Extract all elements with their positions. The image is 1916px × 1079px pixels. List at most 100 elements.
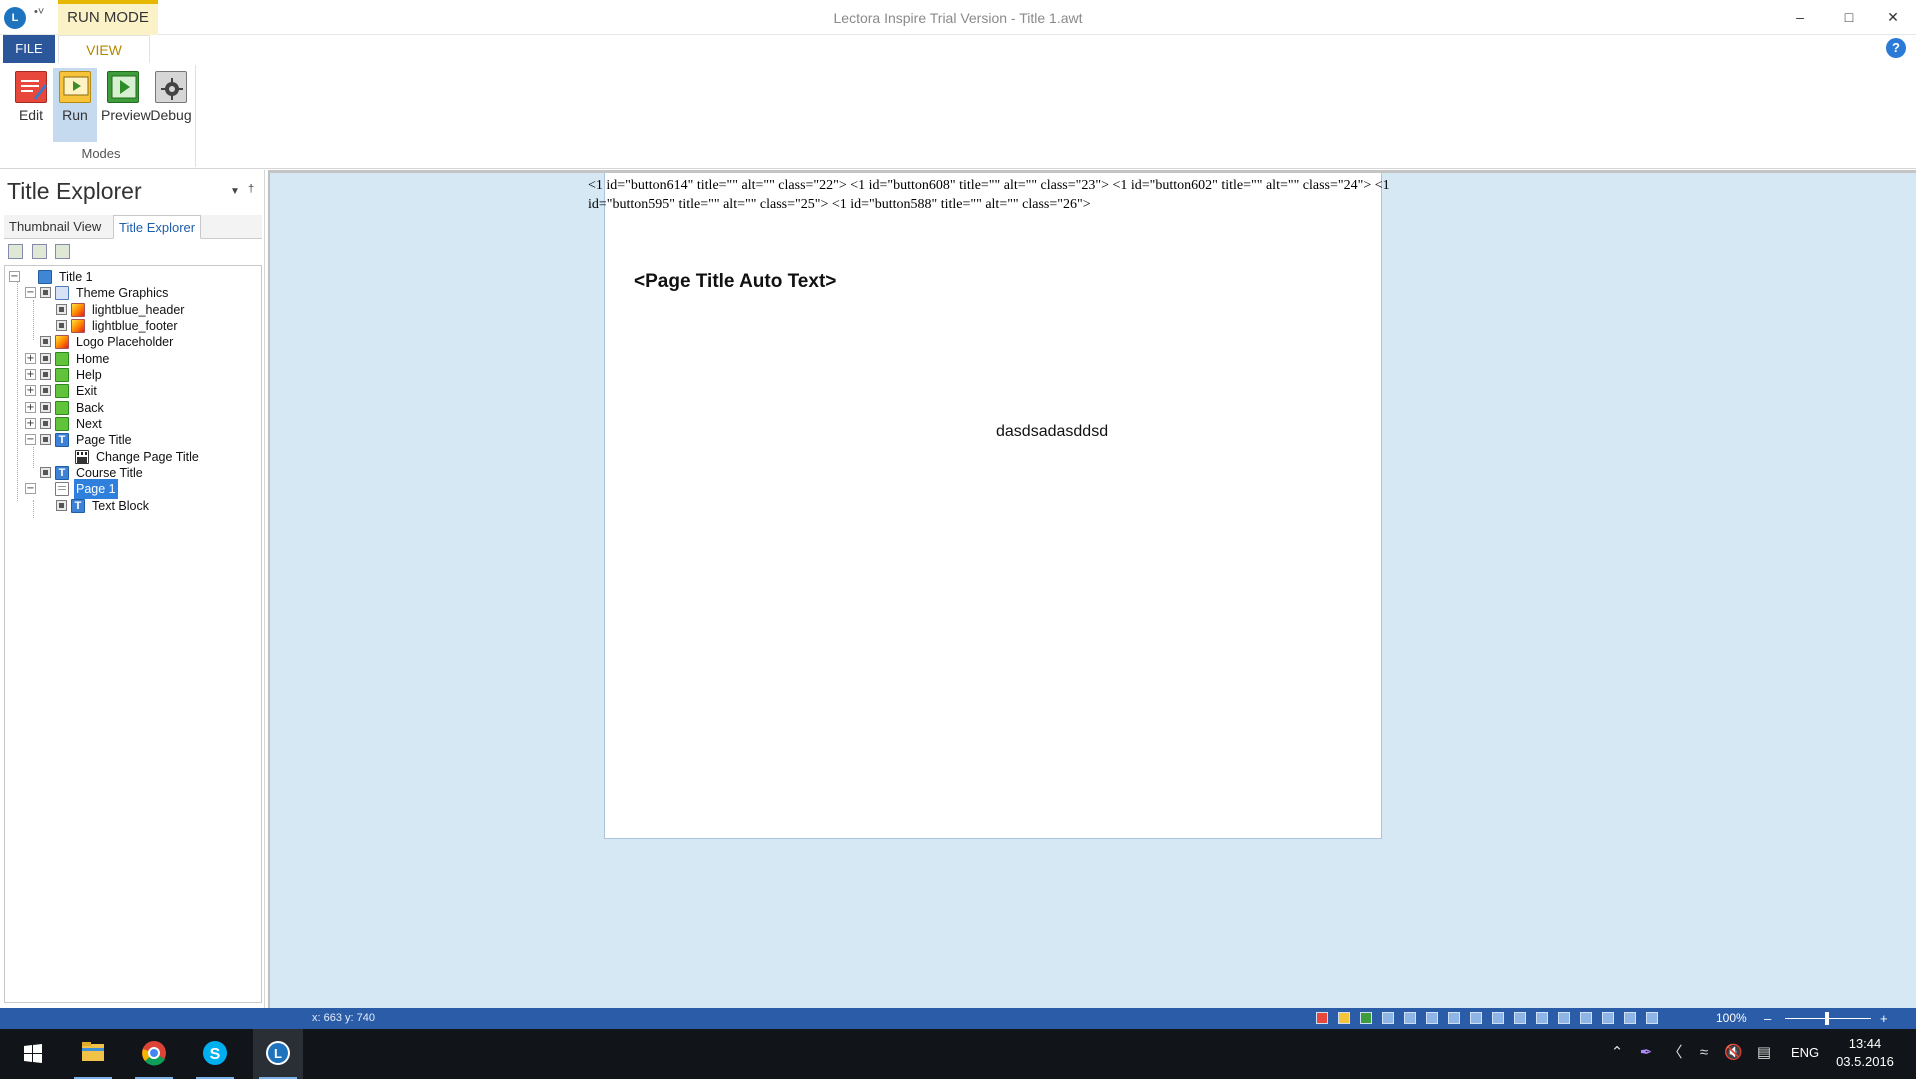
visibility-checkbox[interactable] — [40, 336, 51, 348]
expand-toggle-icon[interactable]: + — [25, 418, 36, 430]
collapse-toggle-icon[interactable]: − — [25, 287, 36, 299]
lectora-icon[interactable]: L — [253, 1029, 303, 1079]
skype-icon[interactable]: S — [190, 1029, 240, 1079]
clock-date: 03.5.2016 — [1836, 1054, 1894, 1069]
tab-thumbnail-view[interactable]: Thumbnail View — [4, 215, 106, 239]
window-title: Lectora Inspire Trial Version - Title 1.… — [833, 10, 1083, 26]
action-center-icon[interactable]: ▤ — [1755, 1043, 1773, 1063]
maximize-button[interactable]: □ — [1826, 0, 1872, 35]
visibility-checkbox[interactable] — [40, 287, 51, 299]
collapse-toggle-icon[interactable]: − — [25, 483, 36, 495]
same-height-icon[interactable] — [1602, 1012, 1614, 1024]
text-block[interactable]: dasdsadasddsd — [996, 423, 1108, 441]
visibility-checkbox[interactable] — [40, 369, 51, 381]
align-top-icon[interactable] — [1470, 1012, 1482, 1024]
pen-icon[interactable]: ✒ — [1637, 1043, 1655, 1063]
file-explorer-icon[interactable] — [68, 1029, 118, 1079]
text-icon: T — [55, 432, 69, 447]
tree-item-text-block[interactable]: T Text Block — [56, 495, 151, 515]
distribute-horizontal-icon[interactable] — [1536, 1012, 1548, 1024]
filter-icon[interactable] — [55, 244, 71, 259]
visibility-checkbox[interactable] — [40, 353, 51, 365]
debug-mode-label: Debug — [150, 107, 192, 123]
show-hidden-icons-icon[interactable]: ⌃ — [1608, 1043, 1626, 1063]
volume-muted-icon[interactable]: 🔇 — [1724, 1043, 1743, 1063]
language-indicator[interactable]: ENG — [1791, 1045, 1819, 1060]
panel-tabs: Thumbnail View Title Explorer — [4, 215, 262, 239]
ribbon-tabs: FILE VIEW ? — [0, 35, 1916, 63]
help-icon[interactable]: ? — [1886, 38, 1906, 58]
zoom-level: 100% — [1716, 1011, 1747, 1025]
preview-mode-label: Preview — [101, 107, 151, 123]
ribbon: Edit Run Preview Debug Modes — [0, 63, 1916, 169]
panel-title: Title Explorer — [7, 178, 142, 204]
visibility-checkbox[interactable] — [56, 320, 67, 332]
visibility-checkbox[interactable] — [56, 304, 67, 316]
run-mode-icon[interactable] — [1338, 1012, 1350, 1024]
run-mode-icon — [59, 71, 91, 103]
collapse-toggle-icon[interactable]: − — [25, 434, 36, 446]
visibility-checkbox[interactable] — [40, 418, 51, 430]
zoom-out-button[interactable]: – — [1764, 1008, 1771, 1029]
visibility-checkbox[interactable] — [40, 402, 51, 414]
lectora-logo-icon[interactable]: L — [4, 7, 26, 29]
preview-mode-icon[interactable] — [1360, 1012, 1372, 1024]
panel-options-dropdown-icon[interactable]: ▼ — [230, 186, 240, 197]
edit-mode-label: Edit — [18, 107, 44, 123]
status-bar: x: 663 y: 740 100% – + — [0, 1008, 1916, 1029]
visibility-checkbox[interactable] — [40, 434, 51, 446]
center-page-icon[interactable] — [1646, 1012, 1658, 1024]
debug-mode-icon — [155, 71, 187, 103]
align-middle-icon[interactable] — [1492, 1012, 1504, 1024]
preview-mode-button[interactable]: Preview — [101, 68, 151, 142]
expand-toggle-icon[interactable]: + — [25, 402, 36, 414]
lectora-window: L •˅ RUN MODE Lectora Inspire Trial Vers… — [0, 0, 1916, 1079]
expand-toggle-icon[interactable]: + — [25, 353, 36, 365]
pin-icon[interactable]: † — [248, 183, 254, 195]
expand-toggle-icon[interactable]: + — [25, 369, 36, 381]
edit-mode-icon[interactable] — [1316, 1012, 1328, 1024]
same-size-icon[interactable] — [1624, 1012, 1636, 1024]
collapse-all-icon[interactable] — [31, 244, 47, 259]
distribute-vertical-icon[interactable] — [1558, 1012, 1570, 1024]
page-title-auto-text[interactable]: <Page Title Auto Text> — [634, 271, 836, 293]
tab-title-explorer[interactable]: Title Explorer — [113, 215, 202, 239]
title-bar: L •˅ RUN MODE Lectora Inspire Trial Vers… — [0, 0, 1916, 35]
clock[interactable]: 13:44 03.5.2016 — [1830, 1035, 1900, 1071]
page-icon — [55, 481, 69, 496]
input-method-icon[interactable]: 〈 — [1666, 1043, 1684, 1063]
publish-icon[interactable] — [1382, 1012, 1394, 1024]
collapse-toggle-icon[interactable]: − — [9, 271, 20, 283]
edit-mode-icon — [15, 71, 47, 103]
run-mode-button[interactable]: Run — [53, 68, 97, 142]
title-tree: − Title 1 − Theme Graphics lightblue_heade… — [4, 265, 262, 1003]
visibility-checkbox[interactable] — [40, 385, 51, 397]
tab-view[interactable]: VIEW — [58, 35, 150, 63]
visibility-checkbox[interactable] — [56, 500, 67, 512]
expand-all-icon[interactable] — [8, 244, 23, 259]
chrome-icon[interactable] — [129, 1029, 179, 1079]
status-toolbar — [1316, 1012, 1668, 1026]
align-left-icon[interactable] — [1404, 1012, 1416, 1024]
zoom-in-button[interactable]: + — [1880, 1008, 1888, 1029]
start-button[interactable] — [8, 1029, 56, 1079]
minimize-button[interactable]: – — [1777, 0, 1823, 35]
align-bottom-icon[interactable] — [1514, 1012, 1526, 1024]
close-button[interactable]: ✕ — [1870, 0, 1916, 35]
debug-mode-button[interactable]: Debug — [149, 68, 193, 142]
page-canvas[interactable]: <1 id="button614" title="" alt="" class=… — [268, 170, 1916, 1008]
edit-mode-button[interactable]: Edit — [9, 68, 53, 142]
visibility-checkbox[interactable] — [40, 467, 51, 479]
wifi-icon[interactable]: ≈ — [1695, 1043, 1713, 1063]
preview-mode-icon — [107, 71, 139, 103]
svg-text:S: S — [210, 1046, 221, 1063]
quick-access-toolbar[interactable]: •˅ — [34, 6, 44, 18]
title-explorer-panel: Title Explorer ▼ † Thumbnail View Title … — [0, 170, 265, 1008]
align-right-icon[interactable] — [1448, 1012, 1460, 1024]
same-width-icon[interactable] — [1580, 1012, 1592, 1024]
align-center-icon[interactable] — [1426, 1012, 1438, 1024]
tab-file[interactable]: FILE — [3, 35, 55, 63]
run-mode-contextual-tab[interactable]: RUN MODE — [58, 0, 158, 35]
zoom-slider-thumb[interactable] — [1825, 1012, 1829, 1025]
expand-toggle-icon[interactable]: + — [25, 385, 36, 397]
